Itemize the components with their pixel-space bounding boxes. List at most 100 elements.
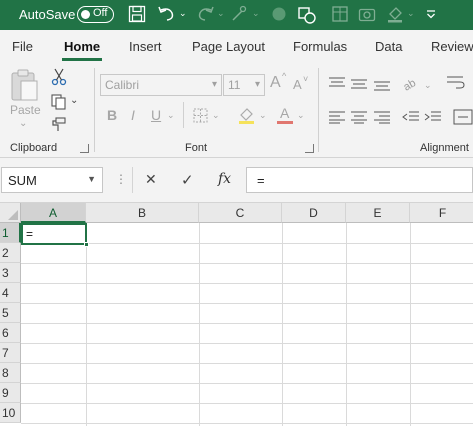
- borders-icon[interactable]: [193, 108, 208, 123]
- insert-function-icon[interactable]: fx: [218, 171, 231, 187]
- row-header-8[interactable]: 8: [0, 363, 21, 383]
- tab-home[interactable]: Home: [64, 39, 100, 54]
- column-header-a[interactable]: A: [21, 203, 86, 223]
- grow-font-icon[interactable]: A: [270, 74, 281, 92]
- formula-input[interactable]: =: [246, 167, 473, 193]
- gridline: [21, 343, 473, 344]
- column-header-d[interactable]: D: [282, 203, 346, 223]
- font-launcher-icon[interactable]: [305, 144, 314, 153]
- font-color-dropdown-icon[interactable]: ⌄: [297, 110, 305, 121]
- top-align-icon[interactable]: [328, 76, 346, 90]
- tb-dropdown-icon: ⌄: [252, 8, 260, 18]
- autosave-toggle[interactable]: Off: [77, 6, 114, 23]
- save-icon[interactable]: [128, 5, 146, 23]
- decrease-indent-icon[interactable]: [402, 110, 420, 124]
- row-header-9[interactable]: 9: [0, 383, 21, 403]
- undo-icon[interactable]: [157, 5, 177, 23]
- shapes-icon[interactable]: [297, 5, 317, 25]
- grip-icon: ⋮: [115, 172, 127, 186]
- gridline: [282, 223, 283, 426]
- ribbon: Paste ⌄ ⌄ Clipboard Calibri ▾ 11 ▾ A ^ A…: [0, 62, 473, 158]
- font-color-letter: A: [280, 105, 290, 121]
- chevron-down-icon: ▾: [211, 79, 217, 90]
- tab-insert[interactable]: Insert: [129, 39, 162, 54]
- tab-file[interactable]: File: [12, 39, 33, 54]
- row-header-2[interactable]: 2: [0, 243, 21, 263]
- bold-button[interactable]: B: [107, 107, 117, 123]
- cancel-icon[interactable]: ✕: [145, 171, 157, 188]
- fill-dropdown-icon: ⌄: [407, 8, 415, 18]
- format-painter-brush-icon[interactable]: [50, 116, 67, 133]
- active-cell-a1[interactable]: =: [21, 223, 89, 247]
- fill-color-icon: [388, 7, 402, 23]
- font-name-value: Calibri: [105, 78, 140, 92]
- tab-data[interactable]: Data: [375, 39, 402, 54]
- tab-formulas[interactable]: Formulas: [293, 39, 347, 54]
- camera-icon: [358, 8, 376, 22]
- redo-dropdown-icon: ⌄: [217, 8, 225, 18]
- gridline: [21, 383, 473, 384]
- row-header-4[interactable]: 4: [0, 283, 21, 303]
- title-bar: AutoSave Off ⌄ ⌄ ⌄ ⌄: [0, 0, 473, 30]
- gridline: [21, 263, 473, 264]
- column-header-e[interactable]: E: [346, 203, 410, 223]
- underline-dropdown-icon[interactable]: ⌄: [167, 110, 175, 121]
- align-left-icon[interactable]: [328, 110, 346, 124]
- orientation-dropdown-icon[interactable]: ⌄: [424, 80, 432, 91]
- autosave-state: Off: [93, 7, 108, 19]
- fill-color-bucket-icon[interactable]: [238, 106, 255, 125]
- tab-page-layout[interactable]: Page Layout: [192, 39, 265, 54]
- bottom-align-icon[interactable]: [373, 80, 391, 94]
- row-header-3[interactable]: 3: [0, 263, 21, 283]
- copy-icon[interactable]: [50, 93, 68, 111]
- italic-button[interactable]: I: [131, 107, 135, 123]
- font-size-select[interactable]: 11 ▾: [223, 74, 265, 96]
- font-color-button[interactable]: A: [277, 105, 293, 125]
- redo-icon: [198, 6, 214, 21]
- column-header-c[interactable]: C: [199, 203, 282, 223]
- column-header-f[interactable]: F: [410, 203, 473, 223]
- align-center-icon[interactable]: [350, 110, 368, 124]
- row-header-7[interactable]: 7: [0, 343, 21, 363]
- wrap-text-icon[interactable]: [446, 74, 466, 92]
- align-right-icon[interactable]: [373, 110, 391, 124]
- column-header-b[interactable]: B: [86, 203, 199, 223]
- undo-dropdown-icon[interactable]: ⌄: [179, 8, 187, 19]
- clipboard-launcher-icon[interactable]: [80, 144, 89, 153]
- tab-review[interactable]: Review: [431, 39, 473, 54]
- shrink-font-icon[interactable]: A: [293, 77, 302, 92]
- copy-dropdown-icon[interactable]: ⌄: [70, 95, 78, 106]
- row-header-5[interactable]: 5: [0, 303, 21, 323]
- paste-label: Paste: [10, 103, 41, 117]
- fill-handle[interactable]: [84, 242, 89, 247]
- row-header-1[interactable]: 1: [0, 223, 21, 243]
- svg-text:ab: ab: [402, 77, 418, 92]
- customize-toolbar-icon[interactable]: [425, 8, 437, 20]
- middle-align-icon[interactable]: [350, 78, 368, 92]
- row-header-6[interactable]: 6: [0, 323, 21, 343]
- group-separator: [318, 68, 319, 152]
- row-header-10[interactable]: 10: [0, 403, 21, 423]
- font-group-label: Font: [185, 142, 208, 154]
- gridline: [21, 363, 473, 364]
- gridline: [346, 223, 347, 426]
- font-size-value: 11: [228, 78, 241, 92]
- select-all-corner[interactable]: [0, 203, 21, 223]
- name-box[interactable]: SUM ▼: [1, 167, 103, 193]
- merge-center-icon[interactable]: [453, 108, 473, 126]
- underline-button[interactable]: U: [151, 107, 161, 123]
- font-color-swatch: [277, 121, 293, 124]
- name-box-value: SUM: [8, 173, 37, 188]
- gridline: [410, 223, 411, 426]
- font-name-select[interactable]: Calibri ▾: [100, 74, 222, 96]
- enter-icon[interactable]: ✓: [181, 171, 194, 189]
- worksheet-grid: A B C D E F 1 2 3 4 5 6 7 8 9 10 =: [0, 203, 473, 426]
- borders-dropdown-icon[interactable]: ⌄: [212, 110, 220, 121]
- gridline: [21, 403, 473, 404]
- fill-color-dropdown-icon[interactable]: ⌄: [259, 110, 267, 121]
- orientation-icon[interactable]: ab: [402, 74, 422, 92]
- cut-icon[interactable]: [51, 68, 67, 86]
- chevron-down-icon: ▼: [87, 174, 96, 184]
- increase-indent-icon[interactable]: [424, 110, 442, 124]
- chevron-down-icon: ▾: [254, 79, 260, 90]
